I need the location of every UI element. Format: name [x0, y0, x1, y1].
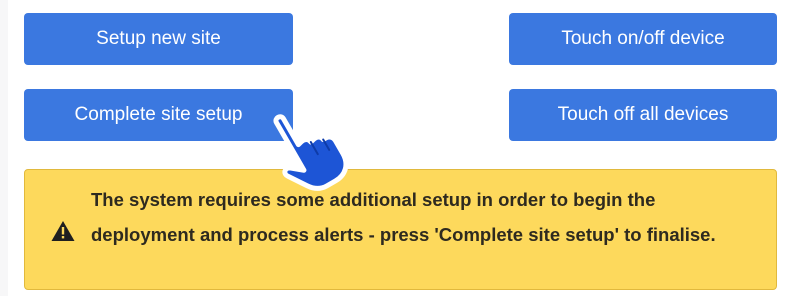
hand-pointer-cursor-icon	[273, 114, 348, 191]
setup-new-site-button[interactable]: Setup new site	[24, 13, 293, 65]
warning-triangle-icon	[51, 221, 75, 241]
touch-off-all-devices-button[interactable]: Touch off all devices	[509, 89, 777, 141]
complete-site-setup-button[interactable]: Complete site setup	[24, 89, 293, 141]
alert-message: The system requires some additional setu…	[91, 189, 716, 245]
touch-on-off-device-button[interactable]: Touch on/off device	[509, 13, 777, 65]
setup-required-alert: The system requires some additional setu…	[24, 169, 777, 290]
